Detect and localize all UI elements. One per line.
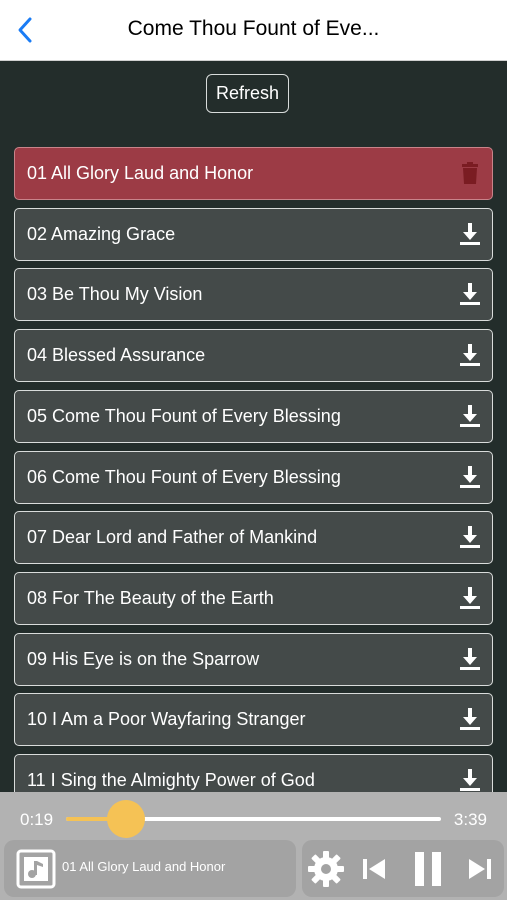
previous-button[interactable] — [356, 840, 392, 897]
track-title: 09 His Eye is on the Sparrow — [27, 649, 260, 669]
gear-icon — [308, 850, 344, 887]
track-title: 02 Amazing Grace — [27, 224, 176, 244]
player-bar: 0:19 3:39 01 All Glory Laud and Honor — [0, 792, 507, 900]
track-row[interactable]: 09 His Eye is on the Sparrow — [14, 633, 493, 686]
track-row[interactable]: 06 Come Thou Fount of Every Blessing — [14, 451, 493, 504]
current-time: 0:19 — [20, 810, 54, 829]
back-button[interactable] — [8, 12, 42, 48]
download-icon[interactable] — [458, 222, 482, 246]
progress-thumb[interactable] — [107, 800, 145, 838]
track-title: 04 Blessed Assurance — [27, 345, 206, 365]
track-row[interactable]: 10 I Am a Poor Wayfaring Stranger — [14, 693, 493, 746]
download-icon[interactable] — [458, 282, 482, 306]
track-title: 03 Be Thou My Vision — [27, 284, 203, 304]
download-icon[interactable] — [458, 647, 482, 671]
track-title: 06 Come Thou Fount of Every Blessing — [27, 467, 341, 487]
track-list-screen: Refresh 01 All Glory Laud and Honor 02 Am… — [0, 62, 507, 792]
navigation-bar: Come Thou Fount of Eve... — [0, 0, 507, 61]
track-row[interactable]: 03 Be Thou My Vision — [14, 268, 493, 321]
settings-button[interactable] — [304, 840, 348, 897]
playback-controls — [302, 840, 504, 897]
download-icon[interactable] — [458, 768, 482, 792]
download-icon[interactable] — [458, 525, 482, 549]
track-row[interactable]: 05 Come Thou Fount of Every Blessing — [14, 390, 493, 443]
total-time: 3:39 — [453, 810, 487, 829]
track-row[interactable]: 02 Amazing Grace — [14, 208, 493, 261]
download-icon[interactable] — [458, 343, 482, 367]
track-row[interactable]: 11 I Sing the Almighty Power of God — [14, 754, 493, 792]
track-title: 05 Come Thou Fount of Every Blessing — [27, 406, 341, 426]
next-icon — [469, 858, 491, 879]
download-icon[interactable] — [458, 404, 482, 428]
download-icon[interactable] — [458, 707, 482, 731]
now-playing-title: 01 All Glory Laud and Honor — [62, 859, 226, 874]
next-button[interactable] — [462, 840, 498, 897]
track-row[interactable]: 04 Blessed Assurance — [14, 329, 493, 382]
music-note-icon — [16, 849, 56, 889]
page-title: Come Thou Fount of Eve... — [127, 17, 380, 40]
refresh-button[interactable]: Refresh — [206, 74, 289, 113]
download-icon[interactable] — [458, 586, 482, 610]
progress-slider[interactable] — [66, 800, 441, 838]
track-title: 08 For The Beauty of the Earth — [27, 588, 274, 608]
chevron-left-icon — [18, 17, 32, 43]
now-playing[interactable]: 01 All Glory Laud and Honor — [4, 840, 296, 897]
track-title: 10 I Am a Poor Wayfaring Stranger — [27, 709, 306, 729]
trash-icon[interactable] — [458, 161, 482, 185]
track-row[interactable]: 01 All Glory Laud and Honor — [14, 147, 493, 200]
track-row[interactable]: 07 Dear Lord and Father of Mankind — [14, 511, 493, 564]
track-title: 11 I Sing the Almighty Power of God — [27, 770, 315, 790]
track-row[interactable]: 08 For The Beauty of the Earth — [14, 572, 493, 625]
pause-button[interactable] — [406, 840, 450, 897]
download-icon[interactable] — [458, 465, 482, 489]
track-title: 07 Dear Lord and Father of Mankind — [27, 527, 318, 547]
previous-icon — [363, 858, 385, 879]
pause-icon — [415, 851, 441, 886]
track-title: 01 All Glory Laud and Honor — [27, 163, 254, 183]
